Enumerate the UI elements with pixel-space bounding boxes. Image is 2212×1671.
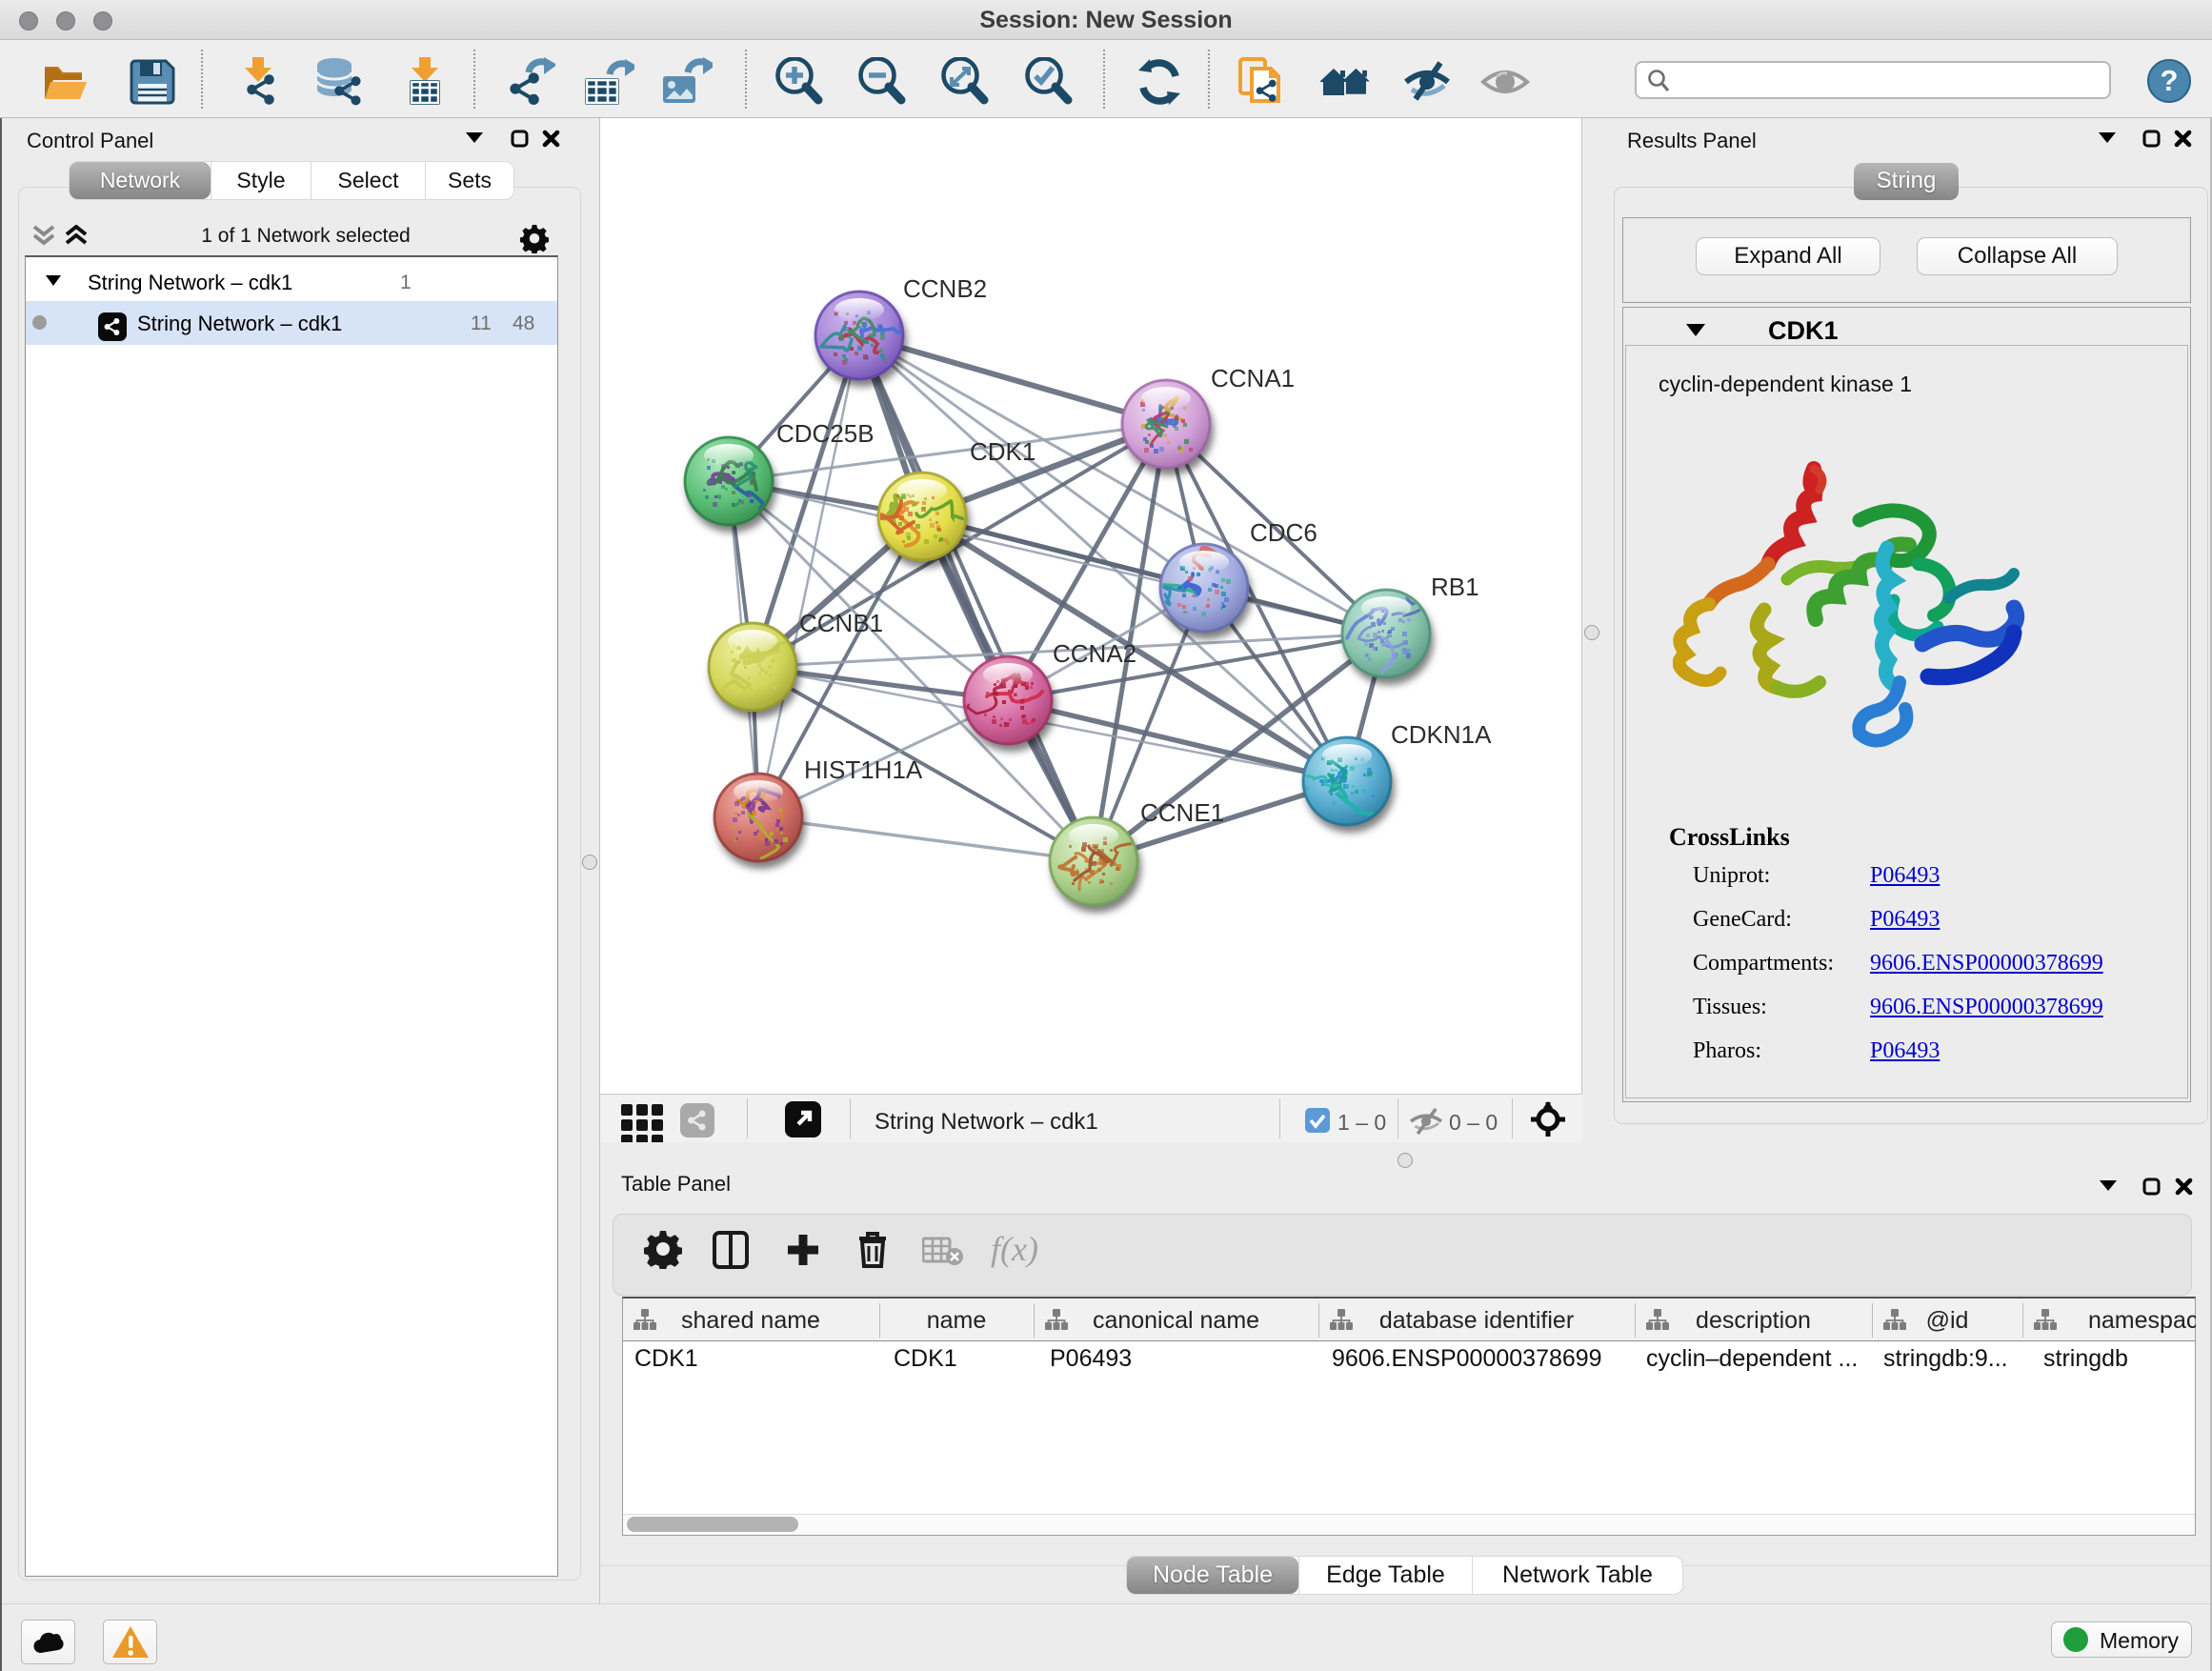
svg-text:CCNB1: CCNB1 xyxy=(799,609,883,637)
svg-text:CCNA1: CCNA1 xyxy=(1211,364,1295,393)
svg-text:CDC25B: CDC25B xyxy=(776,419,875,448)
svg-text:CCNB2: CCNB2 xyxy=(903,274,987,303)
svg-text:HIST1H1A: HIST1H1A xyxy=(804,755,923,784)
svg-text:?: ? xyxy=(2161,64,2179,97)
svg-text:CDK1: CDK1 xyxy=(970,437,1036,466)
svg-text:CDC6: CDC6 xyxy=(1250,518,1317,547)
svg-text:RB1: RB1 xyxy=(1431,573,1479,601)
svg-text:CCNE1: CCNE1 xyxy=(1140,798,1224,827)
svg-text:CCNA2: CCNA2 xyxy=(1053,639,1136,668)
svg-text:CDKN1A: CDKN1A xyxy=(1391,720,1492,749)
